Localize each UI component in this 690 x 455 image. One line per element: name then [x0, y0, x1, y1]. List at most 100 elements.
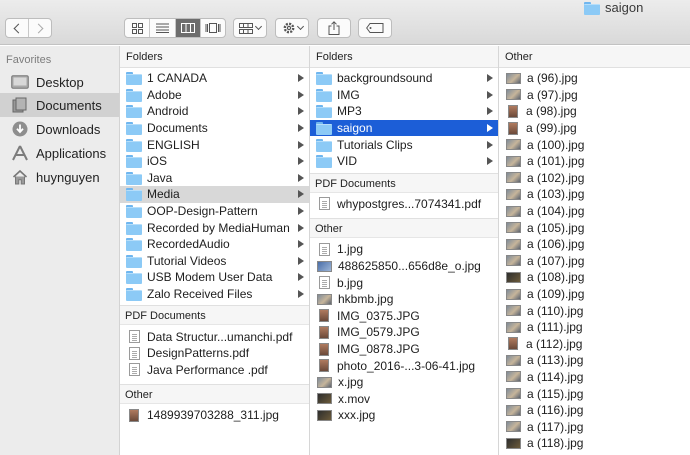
cover-flow-view-button[interactable] [199, 19, 225, 37]
folder-list: backgroundsound IMG MP3 saigon Tutorials… [310, 68, 498, 170]
other-list: 1.jpg 488625850...656d8e_o.jpg b.jpg hkb… [310, 238, 498, 424]
toolbar: saigon [0, 0, 690, 45]
tag-button[interactable] [358, 18, 392, 38]
folder-row[interactable]: IMG [310, 87, 498, 104]
file-row[interactable]: 1.jpg [310, 241, 498, 258]
sidebar-item-label: Documents [36, 97, 102, 113]
file-row[interactable]: Data Structur...umanchi.pdf [120, 328, 309, 345]
file-row[interactable]: a (110).jpg [499, 302, 690, 319]
folder-row[interactable]: Tutorials Clips [310, 136, 498, 153]
file-row[interactable]: a (96).jpg [499, 70, 690, 87]
file-row[interactable]: a (109).jpg [499, 286, 690, 303]
file-row[interactable]: DesignPatterns.pdf [120, 345, 309, 362]
disclosure-arrow-icon [487, 140, 493, 149]
folder-row[interactable]: iOS [120, 153, 309, 170]
folder-row[interactable]: VID [310, 153, 498, 170]
folder-row[interactable]: OOP-Design-Pattern [120, 203, 309, 220]
folder-row[interactable]: Recorded by MediaHuman [120, 219, 309, 236]
forward-button[interactable] [28, 19, 51, 37]
icon-view-button[interactable] [125, 19, 149, 37]
share-button[interactable] [317, 18, 351, 38]
folder-row[interactable]: Android [120, 103, 309, 120]
home-icon [10, 168, 30, 186]
image-thumbnail-icon [506, 155, 521, 167]
disclosure-arrow-icon [298, 290, 304, 299]
window-title-label: saigon [605, 0, 644, 15]
file-row[interactable]: a (114).jpg [499, 369, 690, 386]
folder-row[interactable]: USB Modem User Data [120, 269, 309, 286]
file-row[interactable]: a (112).jpg [499, 336, 690, 353]
sidebar-item-applications[interactable]: Applications [0, 141, 119, 165]
folder-row[interactable]: ENGLISH [120, 136, 309, 153]
folder-row-selected[interactable]: Media [120, 186, 309, 203]
file-row[interactable]: a (100).jpg [499, 136, 690, 153]
disclosure-arrow-icon [298, 256, 304, 265]
folder-row-selected[interactable]: saigon [310, 119, 498, 137]
file-row[interactable]: a (98).jpg [499, 103, 690, 120]
folder-row[interactable]: backgroundsound [310, 70, 498, 87]
file-row[interactable]: a (117).jpg [499, 418, 690, 435]
file-row[interactable]: IMG_0878.JPG [310, 341, 498, 358]
folder-row[interactable]: Tutorial Videos [120, 253, 309, 270]
folder-row[interactable]: Adobe [120, 87, 309, 104]
file-row[interactable]: a (103).jpg [499, 186, 690, 203]
browser-column-media[interactable]: Folders backgroundsound IMG MP3 saigon T… [310, 46, 499, 455]
file-row[interactable]: x.mov [310, 391, 498, 408]
file-row[interactable]: a (108).jpg [499, 269, 690, 286]
chevron-down-icon [254, 22, 263, 31]
disclosure-arrow-icon [487, 107, 493, 116]
file-row[interactable]: a (116).jpg [499, 402, 690, 419]
folder-row[interactable]: Zalo Received Files [120, 286, 309, 303]
list-view-button[interactable] [149, 19, 174, 37]
sidebar-item-home[interactable]: huynguyen [0, 165, 119, 189]
file-row[interactable]: xxx.jpg [310, 407, 498, 424]
image-thumbnail-icon [506, 321, 521, 333]
file-row[interactable]: IMG_0579.JPG [310, 324, 498, 341]
folder-row[interactable]: Documents [120, 120, 309, 137]
file-row[interactable]: a (101).jpg [499, 153, 690, 170]
file-row[interactable]: a (97).jpg [499, 87, 690, 104]
file-row[interactable]: whypostgres...7074341.pdf [310, 196, 498, 213]
file-row[interactable]: IMG_0375.JPG [310, 308, 498, 325]
chevron-left-icon [13, 23, 24, 33]
file-row[interactable]: a (115).jpg [499, 385, 690, 402]
file-row[interactable]: Java Performance .pdf [120, 362, 309, 379]
sidebar-item-desktop[interactable]: Desktop [0, 70, 119, 94]
image-thumbnail-icon [506, 89, 521, 101]
action-button[interactable] [275, 18, 309, 38]
file-row[interactable]: 1489939703288_311.jpg [120, 407, 309, 424]
section-header-other: Other [499, 46, 690, 68]
file-row[interactable]: a (99).jpg [499, 120, 690, 137]
folder-icon [126, 271, 142, 285]
sidebar-item-downloads[interactable]: Downloads [0, 117, 119, 141]
sidebar-item-documents[interactable]: Documents [0, 93, 119, 117]
image-thumbnail-icon [506, 421, 521, 433]
file-row[interactable]: x.jpg [310, 374, 498, 391]
folder-row[interactable]: 1 CANADA [120, 70, 309, 87]
file-row[interactable]: a (106).jpg [499, 236, 690, 253]
column-view-button[interactable] [174, 19, 200, 37]
file-row[interactable]: photo_2016-...3-06-41.jpg [310, 357, 498, 374]
browser-column-documents[interactable]: Folders 1 CANADA Adobe Android Documents… [120, 46, 310, 455]
folder-row[interactable]: RecordedAudio [120, 236, 309, 253]
arrange-button[interactable] [233, 18, 267, 38]
file-row[interactable]: b.jpg [310, 274, 498, 291]
file-row[interactable]: a (102).jpg [499, 170, 690, 187]
file-row[interactable]: a (105).jpg [499, 219, 690, 236]
folder-row[interactable]: MP3 [310, 103, 498, 120]
file-row[interactable]: 488625850...656d8e_o.jpg [310, 258, 498, 275]
file-row[interactable]: a (111).jpg [499, 319, 690, 336]
file-row[interactable]: hkbmb.jpg [310, 291, 498, 308]
back-button[interactable] [6, 19, 28, 37]
folder-row[interactable]: Java [120, 170, 309, 187]
file-row[interactable]: a (113).jpg [499, 352, 690, 369]
folder-icon [316, 88, 332, 102]
file-row[interactable]: a (118).jpg [499, 435, 690, 452]
sidebar-item-label: Downloads [36, 121, 101, 137]
list-view-icon [155, 23, 169, 33]
image-thumbnail-icon [317, 293, 332, 305]
downloads-icon [10, 120, 30, 138]
file-row[interactable]: a (107).jpg [499, 253, 690, 270]
file-row[interactable]: a (104).jpg [499, 203, 690, 220]
browser-column-saigon[interactable]: Other a (96).jpg a (97).jpg a (98).jpg a… [499, 46, 690, 455]
